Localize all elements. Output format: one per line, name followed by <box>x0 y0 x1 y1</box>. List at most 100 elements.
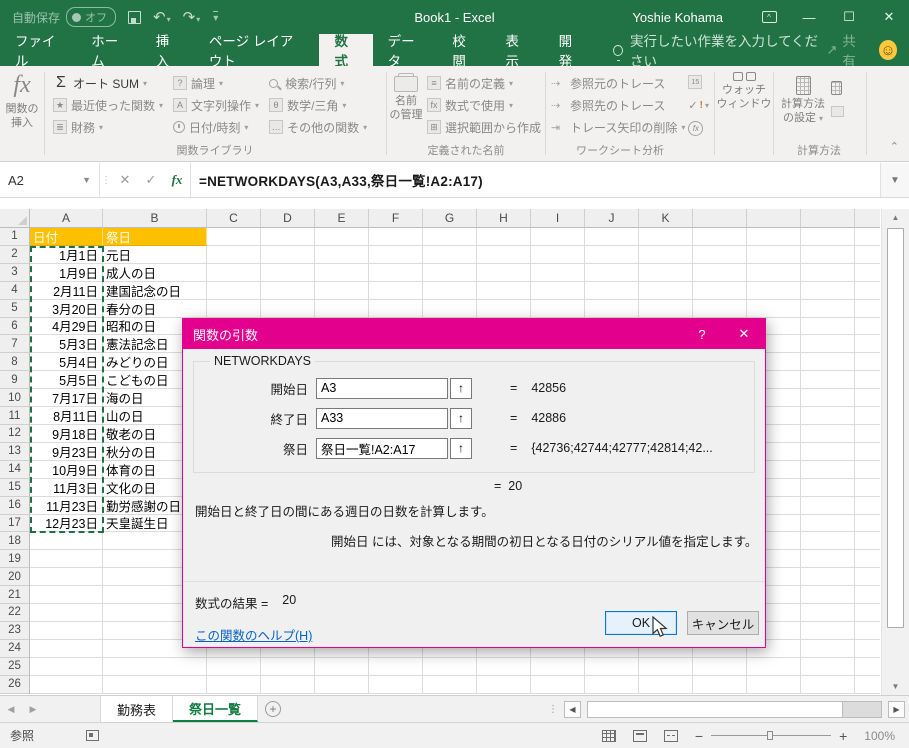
cell[interactable] <box>639 300 693 318</box>
cell[interactable] <box>693 228 747 246</box>
tab-scroll-splitter[interactable]: ⋮ <box>548 704 558 715</box>
row-header-26[interactable]: 26 <box>0 676 30 694</box>
enter-entry-icon[interactable]: ✓ <box>138 172 164 188</box>
cell[interactable] <box>369 246 423 264</box>
macro-record-icon[interactable] <box>86 730 99 741</box>
cell[interactable] <box>855 228 880 246</box>
cell[interactable]: 7月17日 <box>30 389 103 407</box>
cell[interactable] <box>855 282 880 300</box>
cell[interactable] <box>531 300 585 318</box>
cell[interactable] <box>693 658 747 676</box>
cell[interactable]: 3月20日 <box>30 300 103 318</box>
show-formulas-icon[interactable]: 15 <box>688 72 709 92</box>
row-header-20[interactable]: 20 <box>0 568 30 586</box>
page-break-view-icon[interactable] <box>664 730 678 742</box>
cell[interactable]: 9月18日 <box>30 425 103 443</box>
row-header-5[interactable]: 5 <box>0 300 30 318</box>
ribbon-button-名前の定義[interactable]: ≡名前の定義▾ <box>424 72 544 94</box>
cell[interactable] <box>801 353 855 371</box>
cell[interactable] <box>207 282 261 300</box>
ribbon-button-数学/三角[interactable]: θ数学/三角▾ <box>266 94 370 116</box>
watch-window-button[interactable]: ウォッチウィンドウ <box>716 66 772 144</box>
row-header-22[interactable]: 22 <box>0 604 30 622</box>
cell[interactable] <box>801 371 855 389</box>
cell[interactable]: 元日 <box>103 246 207 264</box>
cell[interactable] <box>207 246 261 264</box>
column-header-A[interactable]: A <box>30 209 103 228</box>
tell-me-box[interactable]: 実行したい作業を入力してください <box>613 34 827 66</box>
expand-formula-bar-icon[interactable]: ▼ <box>880 163 909 197</box>
autosave-toggle[interactable]: 自動保存 オフ <box>12 7 116 27</box>
cell[interactable] <box>369 300 423 318</box>
tab-校閲[interactable]: 校閲 <box>437 34 490 66</box>
cell[interactable] <box>30 676 103 694</box>
cell[interactable] <box>369 676 423 694</box>
cell[interactable] <box>423 246 477 264</box>
cell[interactable] <box>369 228 423 246</box>
cell[interactable] <box>30 568 103 586</box>
ribbon-button-参照元のトレース[interactable]: ⇢参照元のトレース <box>548 72 688 94</box>
cell[interactable] <box>747 264 801 282</box>
row-header-16[interactable]: 16 <box>0 497 30 515</box>
ribbon-button-数式で使用[interactable]: fx数式で使用▾ <box>424 94 544 116</box>
column-header-H[interactable]: H <box>477 209 531 228</box>
cell[interactable] <box>639 228 693 246</box>
cell[interactable]: 建国記念の日 <box>103 282 207 300</box>
cell[interactable] <box>801 282 855 300</box>
cell[interactable] <box>315 676 369 694</box>
cell[interactable] <box>585 676 639 694</box>
cell[interactable] <box>423 264 477 282</box>
cell[interactable] <box>30 532 103 550</box>
new-sheet-icon[interactable]: + <box>258 696 288 722</box>
row-header-14[interactable]: 14 <box>0 461 30 479</box>
cell[interactable] <box>801 228 855 246</box>
ribbon-button-検索/行列[interactable]: 検索/行列▾ <box>266 72 370 94</box>
cell[interactable] <box>855 300 880 318</box>
cell[interactable] <box>585 658 639 676</box>
cell[interactable] <box>207 228 261 246</box>
formula-bar-resize-handle[interactable]: ⋮ <box>100 163 112 197</box>
tab-データ[interactable]: データ <box>373 34 438 66</box>
row-header-6[interactable]: 6 <box>0 318 30 336</box>
row-header-3[interactable]: 3 <box>0 264 30 282</box>
cell[interactable] <box>639 264 693 282</box>
cell[interactable] <box>855 443 880 461</box>
sheet-tab-勤務表[interactable]: 勤務表 <box>100 696 173 722</box>
cell[interactable] <box>477 264 531 282</box>
collapse-dialog-icon[interactable]: ↑ <box>450 438 472 459</box>
cell[interactable] <box>855 622 880 640</box>
evaluate-formula-icon[interactable]: fx <box>688 118 709 138</box>
ribbon-button-最近使った関数[interactable]: ★最近使った関数▾ <box>50 94 166 116</box>
cell[interactable] <box>531 228 585 246</box>
column-header-I[interactable]: I <box>531 209 585 228</box>
formula-input[interactable]: =NETWORKDAYS(A3,A33,祭日一覧!A2:A17) <box>191 163 880 197</box>
cell[interactable] <box>369 282 423 300</box>
cancel-entry-icon[interactable]: ✕ <box>112 172 138 188</box>
tab-数式[interactable]: 数式 <box>319 34 372 66</box>
column-header-blank[interactable] <box>693 209 747 228</box>
cell[interactable] <box>855 497 880 515</box>
cell[interactable] <box>801 264 855 282</box>
cell[interactable] <box>855 407 880 425</box>
calculate-now-icon[interactable] <box>831 78 844 98</box>
cell[interactable] <box>103 676 207 694</box>
row-header-19[interactable]: 19 <box>0 550 30 568</box>
vertical-scrollbar[interactable]: ▲ ▼ <box>881 209 909 695</box>
cell[interactable] <box>207 676 261 694</box>
cell[interactable] <box>207 658 261 676</box>
zoom-level[interactable]: 100% <box>864 729 895 743</box>
horizontal-scrollbar[interactable] <box>587 701 882 718</box>
cell[interactable] <box>30 658 103 676</box>
cell[interactable] <box>855 389 880 407</box>
cell[interactable] <box>747 300 801 318</box>
cell[interactable] <box>639 676 693 694</box>
cell[interactable] <box>261 300 315 318</box>
cell[interactable] <box>585 264 639 282</box>
cell[interactable] <box>30 622 103 640</box>
cell[interactable]: 9月23日 <box>30 443 103 461</box>
sheet-tab-祭日一覧[interactable]: 祭日一覧 <box>173 696 258 722</box>
cell[interactable] <box>531 676 585 694</box>
cell[interactable] <box>801 425 855 443</box>
cell[interactable] <box>855 604 880 622</box>
minimize-button[interactable]: — <box>789 0 829 34</box>
